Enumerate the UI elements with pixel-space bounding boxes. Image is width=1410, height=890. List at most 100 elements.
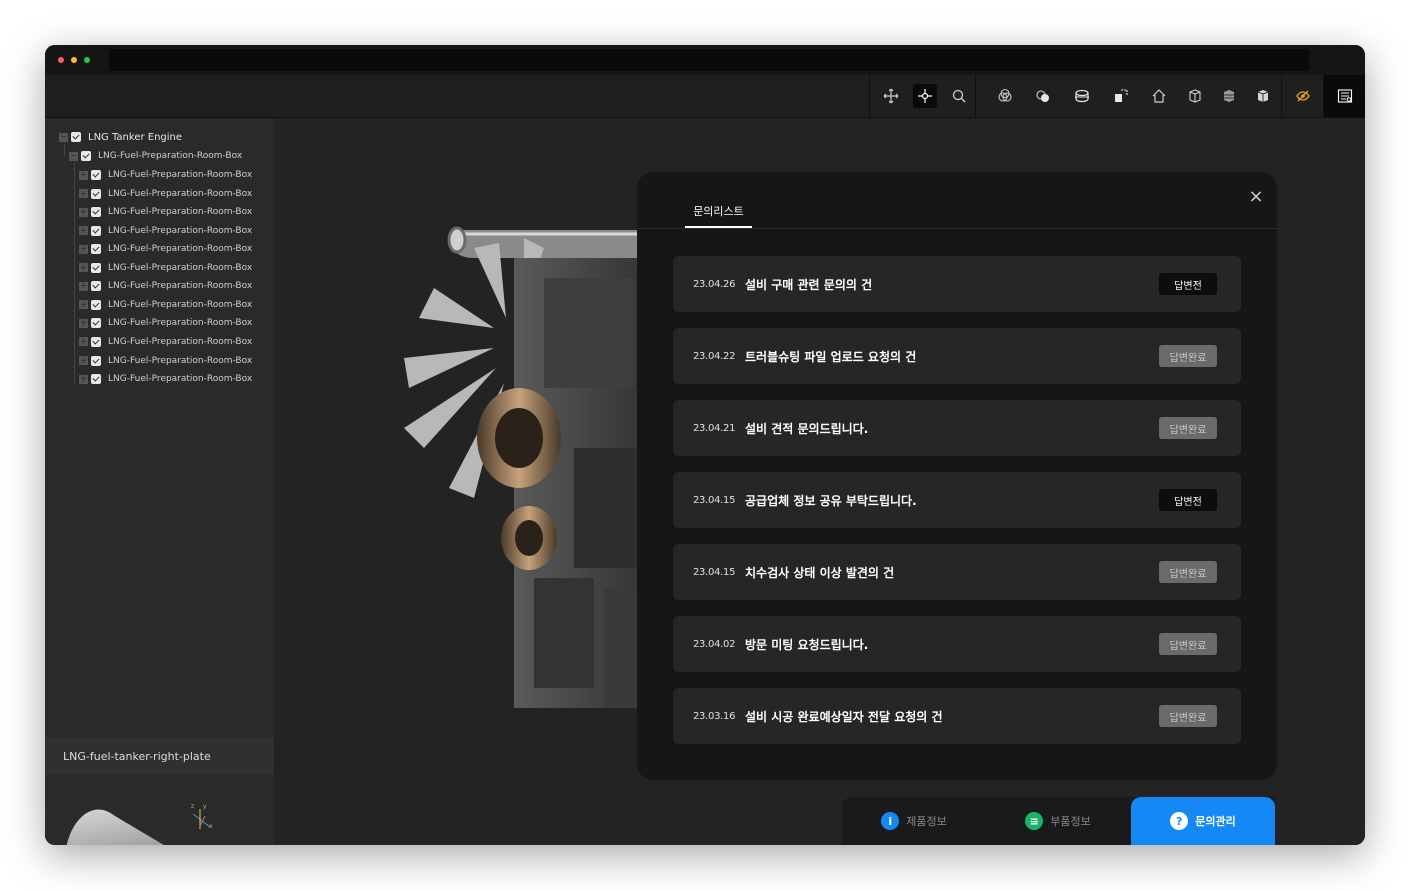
side-view-icon (1224, 90, 1234, 102)
checkbox-checked-icon[interactable] (91, 207, 101, 218)
side-view-button[interactable] (1217, 84, 1241, 108)
close-modal-button[interactable]: × (1246, 185, 1266, 207)
parts-list-icon: ≡ (1025, 812, 1044, 830)
zoom-button[interactable] (947, 84, 971, 108)
inquiry-title: 공급업체 정보 공유 부탁드립니다. (745, 493, 917, 508)
tree-item[interactable]: + LNG-Fuel-Preparation-Room-Box (79, 260, 252, 276)
tree-item[interactable]: + LNG-Fuel-Preparation-Room-Box (79, 371, 252, 387)
axis-label-z: z (191, 803, 195, 810)
expand-icon[interactable]: + (79, 356, 88, 365)
expand-icon[interactable]: + (79, 207, 88, 217)
checkbox-checked-icon[interactable] (91, 225, 101, 236)
axis-label-y: y (203, 803, 207, 810)
checkbox-checked-icon[interactable] (91, 355, 101, 366)
checkbox-checked-icon[interactable] (91, 318, 101, 329)
status-badge: 답변전 (1159, 273, 1217, 295)
expand-icon[interactable]: + (79, 318, 88, 328)
section-button[interactable] (1070, 84, 1094, 108)
pan-button[interactable] (913, 84, 937, 108)
checkbox-checked-icon[interactable] (81, 151, 91, 161)
tree-item[interactable]: + LNG-Fuel-Preparation-Room-Box (79, 223, 252, 239)
inquiry-row[interactable]: 23.03.16 설비 시공 완료예상일자 전달 요청의 건 답변완료 (673, 688, 1241, 744)
tree-item-label: LNG-Fuel-Preparation-Room-Box (108, 170, 253, 180)
expand-icon[interactable]: + (79, 170, 88, 180)
tree-item-child[interactable]: − LNG-Fuel-Preparation-Room-Box (69, 148, 242, 164)
checkbox-checked-icon[interactable] (71, 132, 81, 142)
front-view-icon (1189, 89, 1201, 103)
inquiry-row[interactable]: 23.04.26 설비 구매 관련 문의의 건 답변전 (673, 256, 1241, 312)
expand-icon[interactable]: + (79, 281, 88, 291)
tree-item[interactable]: + LNG-Fuel-Preparation-Room-Box (79, 334, 252, 350)
close-window-button[interactable] (58, 57, 64, 63)
maximize-window-button[interactable] (84, 57, 90, 63)
tab-parts-info[interactable]: ≡ 부품정보 (986, 797, 1130, 845)
inquiry-date: 23.04.02 (693, 638, 736, 650)
checkbox-checked-icon[interactable] (91, 262, 101, 273)
expand-icon[interactable]: + (79, 189, 88, 199)
explode-button[interactable] (1109, 84, 1133, 108)
expand-icon[interactable]: + (79, 337, 88, 347)
minimize-window-button[interactable] (71, 57, 77, 63)
toolbar-group-panel (1323, 75, 1365, 117)
tree-item-label: LNG-Fuel-Preparation-Room-Box (108, 188, 253, 199)
front-view-button[interactable] (1183, 84, 1207, 108)
hide-icon (1036, 90, 1049, 102)
inquiry-row[interactable]: 23.04.15 공급업체 정보 공유 부탁드립니다. 답변전 (673, 472, 1241, 528)
transparency-button[interactable] (993, 84, 1017, 108)
iso-view-button[interactable] (1251, 84, 1275, 108)
checkbox-checked-icon[interactable] (91, 244, 101, 255)
expand-icon[interactable]: − (59, 132, 68, 142)
checkbox-checked-icon[interactable] (91, 281, 101, 292)
inquiry-title: 설비 구매 관련 문의의 건 (745, 277, 873, 292)
iso-view-icon (1257, 90, 1269, 102)
app-window: − LNG Tanker Engine − LNG-Fuel-Preparati… (45, 45, 1365, 845)
visibility-toggle-button[interactable] (1291, 84, 1315, 108)
tree-item[interactable]: + LNG-Fuel-Preparation-Room-Box (79, 278, 252, 294)
expand-icon[interactable]: + (79, 226, 88, 236)
tree-item[interactable]: + LNG-Fuel-Preparation-Room-Box (79, 167, 252, 183)
checkbox-checked-icon[interactable] (91, 299, 101, 310)
pan-icon (918, 89, 932, 103)
checkbox-checked-icon[interactable] (91, 336, 101, 347)
home-view-button[interactable] (1147, 84, 1171, 108)
tree-item[interactable]: + LNG-Fuel-Preparation-Room-Box (79, 186, 252, 202)
expand-icon[interactable]: + (79, 374, 88, 384)
tree-item-label: LNG-Fuel-Preparation-Room-Box (108, 225, 253, 236)
inquiry-title: 트러블슈팅 파일 업로드 요청의 건 (745, 349, 917, 364)
tree-item-root[interactable]: − LNG Tanker Engine (59, 129, 182, 145)
zoom-icon (952, 89, 966, 103)
hide-part-button[interactable] (1031, 84, 1055, 108)
inquiry-row[interactable]: 23.04.22 트러블슈팅 파일 업로드 요청의 건 답변완료 (673, 328, 1241, 384)
checkbox-checked-icon[interactable] (91, 170, 101, 180)
checkbox-checked-icon[interactable] (91, 374, 101, 385)
expand-icon[interactable]: + (79, 263, 88, 273)
3d-viewport[interactable]: 문의리스트 × 23.04.26 설비 구매 관련 문의의 건 답변전 23.04.2… (274, 118, 1365, 845)
inquiry-date: 23.04.26 (693, 278, 736, 290)
tab-divider (637, 228, 1277, 229)
tab-inquiry-list[interactable]: 문의리스트 (685, 200, 752, 228)
status-badge: 답변완료 (1159, 633, 1217, 655)
inquiry-row[interactable]: 23.04.15 치수검사 상태 이상 발견의 건 답변완료 (673, 544, 1241, 600)
expand-icon[interactable]: − (69, 151, 78, 161)
inquiry-row[interactable]: 23.04.21 설비 견적 문의드립니다. 답변완료 (673, 400, 1241, 456)
inquiry-date: 23.04.15 (693, 494, 736, 506)
inquiry-row[interactable]: 23.04.02 방문 미팅 요청드립니다. 답변완료 (673, 616, 1241, 672)
expand-icon[interactable]: + (79, 300, 88, 310)
tab-inquiry-management[interactable]: ? 문의관리 (1131, 797, 1275, 845)
tree-item[interactable]: + LNG-Fuel-Preparation-Room-Box (79, 315, 252, 331)
tree-item[interactable]: + LNG-Fuel-Preparation-Room-Box (79, 297, 252, 313)
tree-item[interactable]: + LNG-Fuel-Preparation-Room-Box (79, 353, 252, 369)
address-bar[interactable] (109, 49, 1309, 71)
close-icon: × (1248, 185, 1264, 207)
tree-item[interactable]: + LNG-Fuel-Preparation-Room-Box (79, 204, 252, 220)
checkbox-checked-icon[interactable] (91, 188, 101, 199)
toolbar-group-navigation (869, 75, 976, 117)
list-panel-button[interactable] (1333, 84, 1357, 108)
tree-item[interactable]: + LNG-Fuel-Preparation-Room-Box (79, 241, 252, 257)
tab-product-info[interactable]: i 제품정보 (842, 797, 986, 845)
toolbar-group-view (975, 75, 1282, 117)
move-button[interactable] (879, 84, 903, 108)
selected-part-title: LNG-fuel-tanker-right-plate (45, 738, 274, 774)
tree-item-label: LNG-Fuel-Preparation-Room-Box (108, 355, 253, 366)
expand-icon[interactable]: + (79, 244, 88, 254)
